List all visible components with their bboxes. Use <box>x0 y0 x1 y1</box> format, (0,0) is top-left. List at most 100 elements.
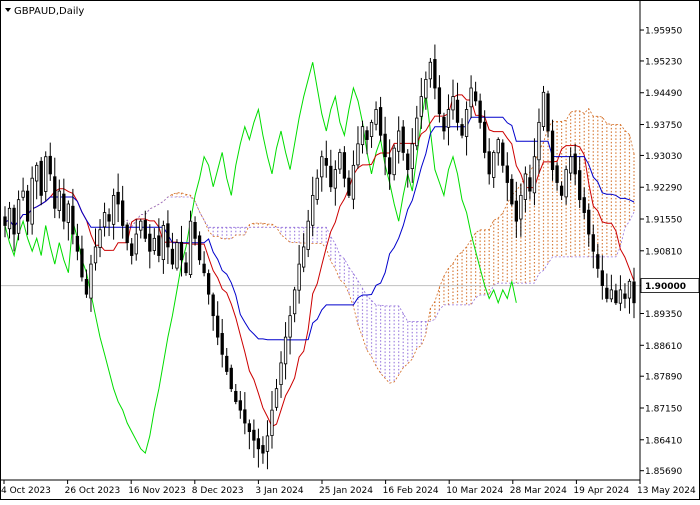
candle-body <box>116 191 120 205</box>
candle-body <box>415 117 419 147</box>
candle-body <box>469 87 473 108</box>
candle-body <box>437 87 442 115</box>
candle-body <box>569 156 573 174</box>
y-tick-label: 1.90810 <box>645 247 682 257</box>
candle-body <box>288 315 292 338</box>
candle-body <box>297 263 301 291</box>
candle-body <box>587 209 591 235</box>
candle-body <box>541 91 546 127</box>
candle-body <box>283 336 288 365</box>
candle-body <box>514 200 518 222</box>
candle-body <box>315 177 319 200</box>
candle-body <box>523 173 528 200</box>
candle-body <box>179 241 184 261</box>
ichimoku-chart[interactable]: GBPAUD,Daily 1.95950 1.95230 1.94490 1.9375… <box>0 0 700 500</box>
candle-body <box>460 124 464 136</box>
candle-body <box>555 165 559 183</box>
candle-body <box>157 235 161 256</box>
candle-body <box>501 142 505 166</box>
candle-body <box>487 151 491 175</box>
candle-body <box>35 164 39 182</box>
candle-body <box>424 79 428 99</box>
y-tick-label: 1.95950 <box>645 27 682 37</box>
candle-body <box>125 224 129 244</box>
candle-body <box>175 242 179 269</box>
candle-body <box>496 139 500 154</box>
candle-body <box>510 178 514 205</box>
candle-body <box>614 290 618 304</box>
x-tick-label: 16 Nov 2023 <box>128 486 186 496</box>
candle-body <box>75 235 80 252</box>
candle-body <box>161 225 166 261</box>
candle-body <box>528 177 532 192</box>
y-tick-label: 1.93030 <box>645 152 682 162</box>
candle-body <box>98 229 102 248</box>
candle-body <box>220 333 224 355</box>
candle-body <box>632 281 636 304</box>
candle-body <box>48 155 52 175</box>
y-tick-label: 1.89350 <box>645 310 682 320</box>
candle-body <box>30 177 34 225</box>
candle-body <box>605 287 609 299</box>
chart-canvas[interactable]: GBPAUD,Daily 1.95950 1.95230 1.94490 1.9375… <box>0 0 700 500</box>
candle-body <box>197 235 202 261</box>
candle-body <box>433 59 437 89</box>
candle-body <box>193 222 197 239</box>
candle-body <box>473 91 478 102</box>
candle-body <box>564 169 568 198</box>
candle-body <box>265 435 270 452</box>
candle-body <box>107 214 111 222</box>
x-tick-label: 13 May 2024 <box>637 486 696 496</box>
candle-body <box>428 61 433 80</box>
candle-body <box>39 160 43 196</box>
x-tick-label: 8 Dec 2023 <box>192 486 244 496</box>
candle-body <box>410 143 414 169</box>
candle-body <box>206 273 211 295</box>
candle-body <box>369 121 374 137</box>
candle-body <box>229 367 233 390</box>
candle-body <box>550 130 555 171</box>
candle-body <box>139 220 143 231</box>
candle-body <box>225 355 229 372</box>
candle-body <box>80 248 84 278</box>
candle-body <box>387 157 392 175</box>
candle-body <box>406 153 410 171</box>
candle-body <box>383 133 387 158</box>
candle-body <box>532 156 537 194</box>
candle-body <box>365 130 369 140</box>
candle-body <box>188 220 193 275</box>
candle-body <box>279 362 283 386</box>
candle-body <box>7 207 12 230</box>
y-tick-label: 1.86410 <box>645 436 682 446</box>
candle-body <box>234 390 238 402</box>
candle-body <box>202 263 206 274</box>
candle-body <box>311 194 315 226</box>
candle-body <box>84 278 89 295</box>
candle-body <box>338 152 342 170</box>
candle-body <box>618 289 623 304</box>
candle-body <box>306 220 310 250</box>
candle-body <box>333 169 337 189</box>
candle-body <box>243 409 247 424</box>
candle-body <box>582 197 586 213</box>
candle-body <box>505 165 509 183</box>
y-tick-label: 1.91550 <box>645 216 682 226</box>
x-tick-label: 25 Jan 2024 <box>319 486 373 496</box>
x-tick-label: 16 Feb 2024 <box>383 486 439 496</box>
candle-body <box>16 199 21 234</box>
candle-body <box>261 445 265 454</box>
y-tick-label: 1.88610 <box>645 342 682 352</box>
y-tick-label: 1.92290 <box>645 184 682 194</box>
candle-body <box>134 233 138 255</box>
candle-body <box>446 109 451 128</box>
candle-body <box>591 234 595 252</box>
candle-body <box>578 170 582 201</box>
candle-body <box>455 99 460 123</box>
candle-body <box>492 152 496 178</box>
candle-body <box>21 190 25 198</box>
candle-body <box>53 176 57 209</box>
candle-body <box>559 185 564 196</box>
candle-body <box>166 223 170 248</box>
candle-body <box>378 107 383 136</box>
candle-body <box>374 109 378 125</box>
